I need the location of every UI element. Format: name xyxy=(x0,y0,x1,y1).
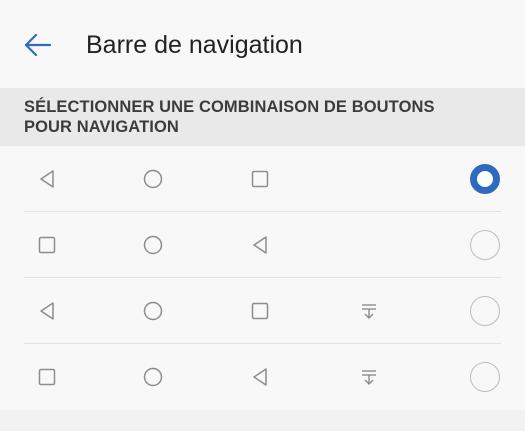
navigation-option-3[interactable] xyxy=(0,278,525,344)
page-title: Barre de navigation xyxy=(86,31,303,59)
app-bar: Barre de navigation xyxy=(0,0,525,88)
bottom-spacer xyxy=(0,410,525,431)
section-title: SÉLECTIONNER UNE COMBINAISON DE BOUTONS … xyxy=(24,98,435,136)
navigation-option-1[interactable] xyxy=(0,146,525,212)
option-radio[interactable] xyxy=(470,296,500,326)
option-radio-selected[interactable] xyxy=(470,164,500,194)
home-circle-icon xyxy=(141,365,165,389)
navigation-option-4[interactable] xyxy=(0,344,525,410)
option-radio[interactable] xyxy=(470,362,500,392)
home-circle-icon xyxy=(141,299,165,323)
home-circle-icon xyxy=(141,167,165,191)
recents-square-icon xyxy=(35,365,59,389)
back-triangle-icon xyxy=(248,365,272,389)
recents-square-icon xyxy=(248,167,272,191)
arrow-left-icon xyxy=(24,33,52,57)
back-triangle-icon xyxy=(35,167,59,191)
home-circle-icon xyxy=(141,233,165,257)
section-header: SÉLECTIONNER UNE COMBINAISON DE BOUTONS … xyxy=(0,88,525,146)
navigation-options-list xyxy=(0,146,525,410)
back-triangle-icon xyxy=(248,233,272,257)
recents-square-icon xyxy=(248,299,272,323)
notification-pull-down-icon xyxy=(357,299,381,323)
back-triangle-icon xyxy=(35,299,59,323)
navigation-option-2[interactable] xyxy=(0,212,525,278)
option-radio[interactable] xyxy=(470,230,500,260)
recents-square-icon xyxy=(35,233,59,257)
notification-pull-down-icon xyxy=(357,365,381,389)
back-button[interactable] xyxy=(22,30,54,60)
